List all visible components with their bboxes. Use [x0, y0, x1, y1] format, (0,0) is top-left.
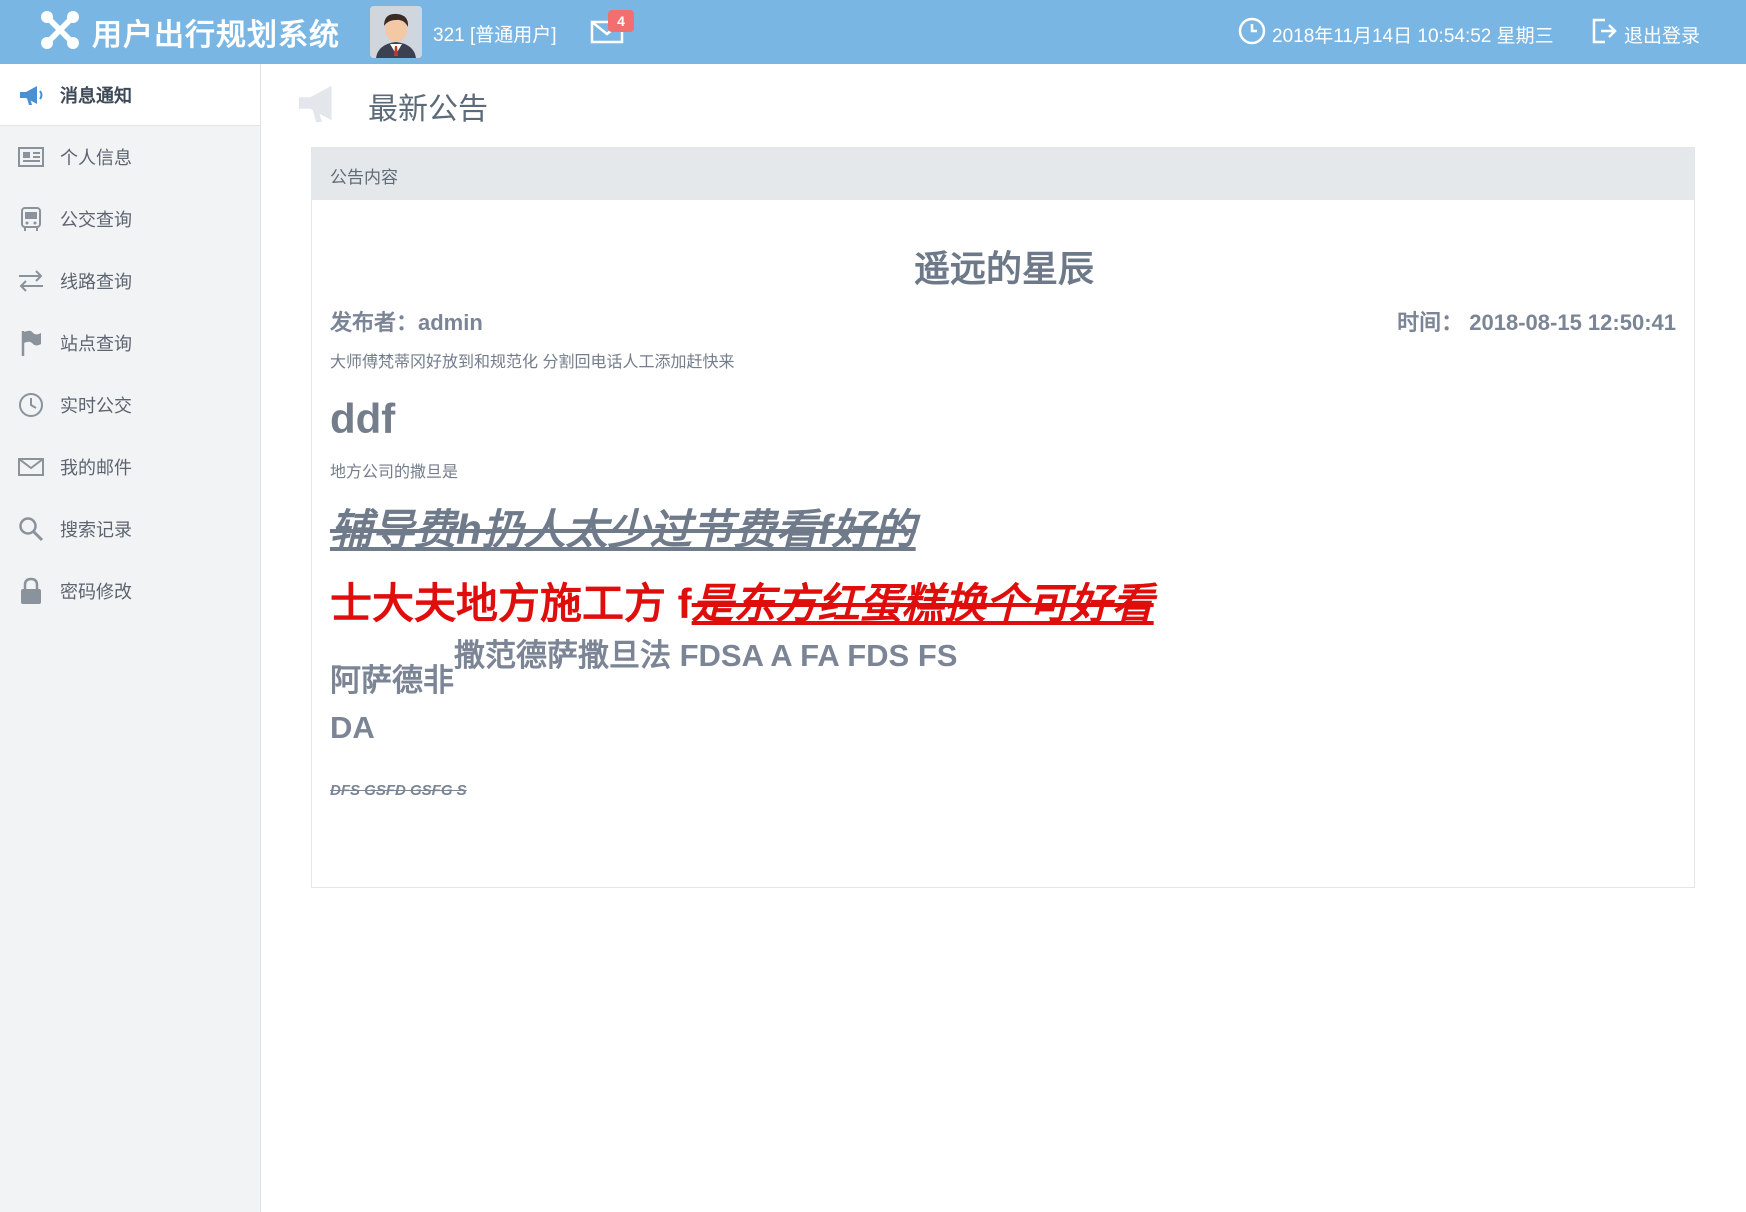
- avatar[interactable]: [370, 6, 422, 58]
- megaphone-icon: [292, 80, 348, 131]
- sidebar-item-label: 个人信息: [60, 148, 132, 168]
- clock-icon: [16, 390, 46, 420]
- logout-icon: [1590, 17, 1618, 51]
- sidebar-item-label: 密码修改: [60, 582, 132, 602]
- sidebar-item-bus-query[interactable]: 公交查询: [0, 188, 260, 250]
- logo-icon: [38, 8, 82, 57]
- sidebar-item-search-history[interactable]: 搜索记录: [0, 498, 260, 560]
- post-author: 发布者：admin: [330, 310, 483, 335]
- datetime-text: 2018年11月14日 10:54:52 星期三: [1272, 25, 1554, 47]
- exchange-icon: [16, 266, 46, 296]
- post-paragraph: 地方公司的撒旦是: [330, 464, 459, 481]
- red-emphasis-text: 是东方红蛋糕换个可好看: [691, 580, 1154, 627]
- mixed-text-c: DA: [330, 710, 375, 745]
- sidebar-item-notifications[interactable]: 消息通知: [0, 64, 260, 126]
- sidebar-item-label: 我的邮件: [60, 458, 132, 478]
- top-header: 用户出行规划系统 321 [普通用户] 4 2018年11月14日 10:54:…: [0, 0, 1746, 64]
- post-heading: ddf: [330, 395, 396, 442]
- sidebar-item-label: 搜索记录: [60, 520, 132, 540]
- post-small-strike: DFS GSFD GSFG S: [330, 782, 467, 799]
- sidebar-item-label: 线路查询: [60, 272, 132, 292]
- sidebar: 消息通知 个人信息 公交查询 线路查询 站点查询 实时公交 我的邮件 搜索记录 …: [0, 64, 261, 1212]
- logout-button[interactable]: 退出登录: [1590, 17, 1700, 51]
- sidebar-item-label: 站点查询: [60, 334, 132, 354]
- mixed-text-a: 阿萨德非: [330, 663, 454, 698]
- sidebar-item-label: 实时公交: [60, 396, 132, 416]
- app-title: 用户出行规划系统: [92, 19, 340, 52]
- panel-title: 公告内容: [312, 148, 1694, 200]
- sidebar-item-realtime-bus[interactable]: 实时公交: [0, 374, 260, 436]
- id-card-icon: [16, 142, 46, 172]
- sidebar-item-route-query[interactable]: 线路查询: [0, 250, 260, 312]
- mixed-text-b: 撒范德萨撒旦法 FDSA A FA FDS FS: [454, 638, 958, 673]
- clock-icon: [1238, 17, 1266, 51]
- brand[interactable]: 用户出行规划系统: [38, 10, 340, 54]
- mail-count-badge: 4: [608, 10, 634, 32]
- datetime-display: 2018年11月14日 10:54:52 星期三: [1238, 17, 1554, 51]
- sidebar-item-change-password[interactable]: 密码修改: [0, 560, 260, 622]
- mail-icon: [16, 452, 46, 482]
- main-content: 最新公告 公告内容 遥远的星辰 发布者：admin 时间： 2018-08-15…: [262, 64, 1746, 1212]
- sidebar-item-label: 公交查询: [60, 210, 132, 230]
- sidebar-item-my-mail[interactable]: 我的邮件: [0, 436, 260, 498]
- page-header: 最新公告: [292, 80, 488, 131]
- bus-icon: [16, 204, 46, 234]
- sidebar-item-profile[interactable]: 个人信息: [0, 126, 260, 188]
- red-plain-text: 士大夫地方施工方 f: [330, 580, 692, 627]
- post-mixed-line: 阿萨德非撒范德萨撒旦法 FDSA A FA FDS FS: [330, 638, 957, 700]
- post-red-heading: 士大夫地方施工方 f是东方红蛋糕换个可好看: [330, 570, 1154, 631]
- post-title: 遥远的星辰: [913, 248, 1094, 289]
- user-label[interactable]: 321 [普通用户]: [433, 20, 557, 47]
- flag-icon: [16, 328, 46, 358]
- post-time: 时间： 2018-08-15 12:50:41: [1397, 310, 1676, 335]
- post-paragraph: 大师傅梵蒂冈好放到和规范化 分割回电话人工添加赶快来: [330, 354, 735, 371]
- megaphone-icon: [16, 80, 46, 110]
- post-strike-heading: 辅导费h扔人太少过节费看f好的: [330, 506, 916, 553]
- logout-label: 退出登录: [1624, 25, 1701, 47]
- sidebar-item-station-query[interactable]: 站点查询: [0, 312, 260, 374]
- page-title: 最新公告: [368, 92, 488, 126]
- search-icon: [16, 514, 46, 544]
- sidebar-item-label: 消息通知: [60, 85, 132, 106]
- lock-icon: [16, 576, 46, 606]
- announcement-panel: 公告内容 遥远的星辰 发布者：admin 时间： 2018-08-15 12:5…: [311, 147, 1695, 888]
